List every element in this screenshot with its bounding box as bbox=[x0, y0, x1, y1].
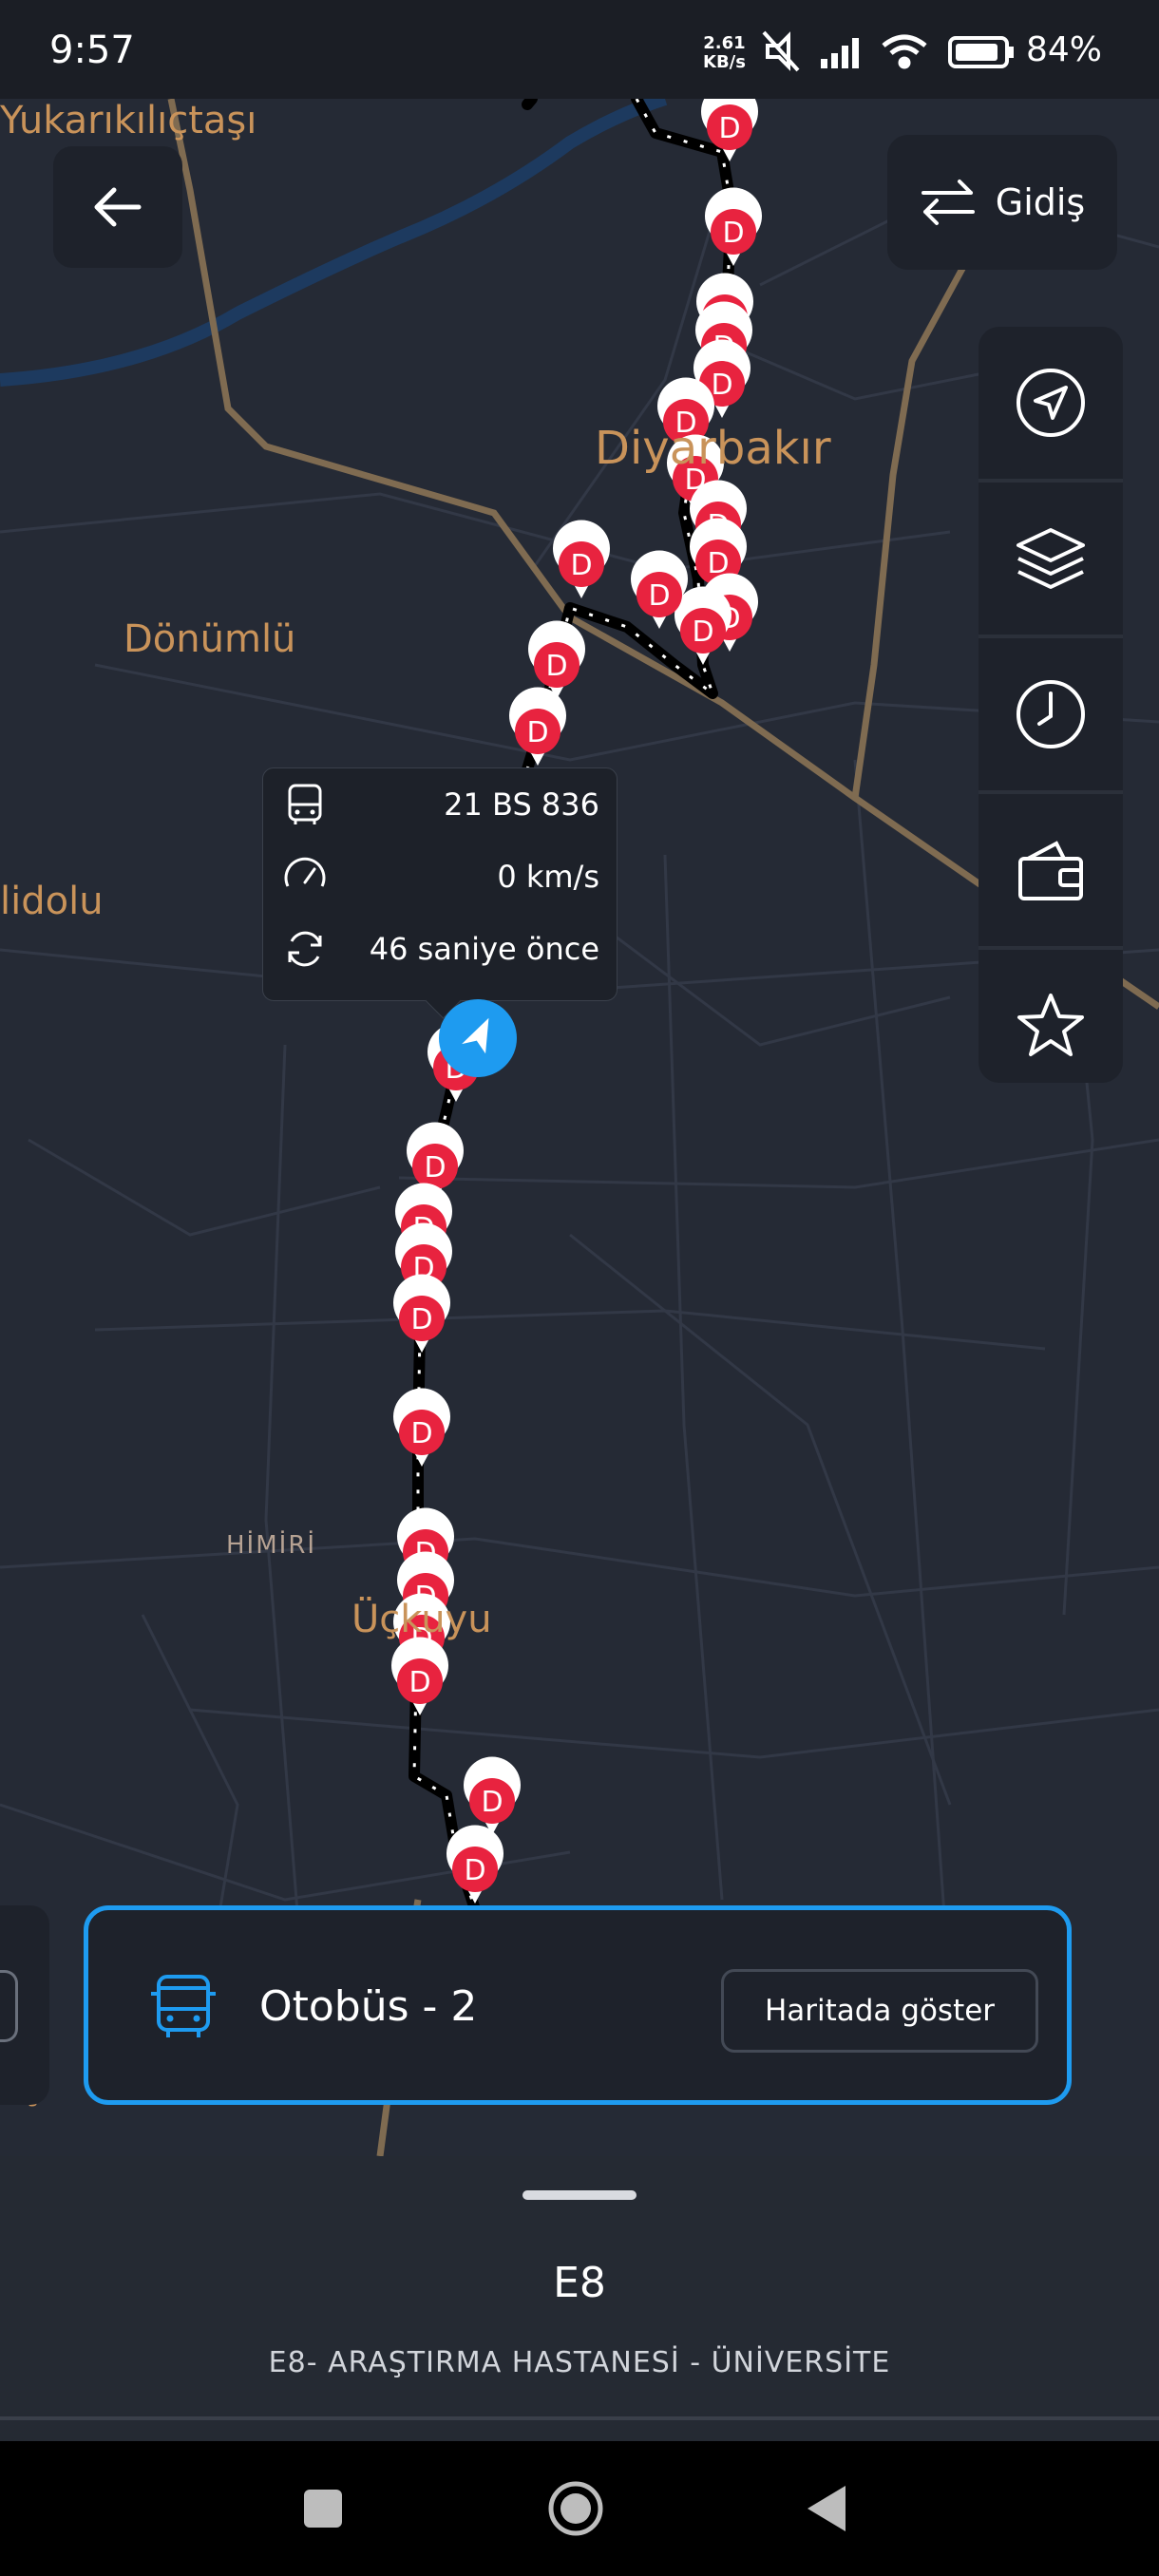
direction-label: Gidiş bbox=[995, 181, 1086, 223]
locate-button[interactable] bbox=[978, 327, 1123, 483]
speedometer-icon bbox=[284, 857, 326, 887]
battery-icon bbox=[948, 36, 1014, 68]
bus-info-popup: 21 BS 836 0 km/s 46 saniye önce bbox=[262, 767, 618, 1019]
status-bar: 9:57 2.61 KB/s 84% bbox=[0, 0, 1159, 99]
net-speed-value: 2.61 bbox=[703, 33, 746, 53]
map-label-himiri: HİMİRİ bbox=[226, 1531, 317, 1560]
net-speed-unit: KB/s bbox=[703, 52, 746, 72]
swap-arrows-icon bbox=[921, 180, 975, 225]
side-toolbar bbox=[978, 327, 1123, 1083]
star-icon bbox=[1017, 994, 1084, 1056]
refresh-icon bbox=[288, 931, 322, 967]
route-name: E8- ARAŞTIRMA HASTANESİ - ÜNİVERSİTE bbox=[268, 2346, 891, 2379]
signal-icon bbox=[821, 38, 859, 68]
stop-marker bbox=[446, 1825, 504, 1904]
bus-last-update: 46 saniye önce bbox=[369, 931, 599, 967]
bus-icon bbox=[288, 784, 322, 824]
map-label-ucyuyu: Üçkuyu bbox=[352, 1598, 492, 1641]
recents-button[interactable] bbox=[247, 2441, 399, 2576]
arrow-left-icon bbox=[94, 187, 142, 227]
stop-marker bbox=[509, 687, 566, 766]
favorite-button[interactable] bbox=[978, 950, 1123, 1083]
popup-updated-row: 46 saniye önce bbox=[263, 913, 617, 985]
battery-percent: 84% bbox=[1026, 30, 1103, 69]
stop-marker bbox=[674, 586, 732, 665]
map-label-idolu: lidolu bbox=[0, 880, 104, 923]
vehicle-name: Otobüs - 2 bbox=[259, 1982, 478, 2031]
previous-vehicle-card-button[interactable] bbox=[0, 1970, 18, 2042]
back-triangle-icon bbox=[808, 2486, 846, 2531]
back-nav-button[interactable] bbox=[750, 2441, 902, 2576]
system-nav-bar bbox=[0, 2441, 1159, 2576]
wallet-icon bbox=[1018, 841, 1083, 900]
mute-icon bbox=[762, 30, 800, 72]
map-label-donumlu: Dönümlü bbox=[124, 617, 296, 661]
stop-marker bbox=[393, 1388, 450, 1467]
sheet-divider bbox=[0, 2416, 1159, 2420]
previous-vehicle-card[interactable] bbox=[0, 1905, 49, 2105]
stop-marker bbox=[553, 520, 610, 598]
status-time: 9:57 bbox=[49, 28, 135, 72]
direction-toggle-button[interactable]: Gidiş bbox=[887, 135, 1117, 270]
square-icon bbox=[304, 2490, 342, 2528]
fare-button[interactable] bbox=[978, 794, 1123, 950]
stop-marker bbox=[705, 187, 762, 266]
wifi-icon bbox=[882, 34, 927, 69]
route-code: E8 bbox=[553, 2259, 606, 2307]
layers-button[interactable] bbox=[978, 483, 1123, 638]
popup-plate-row: 21 BS 836 bbox=[263, 768, 617, 841]
status-icons bbox=[762, 30, 1014, 72]
show-on-map-button[interactable]: Haritada göster bbox=[721, 1969, 1038, 2053]
layers-icon bbox=[1016, 528, 1085, 589]
vehicle-card[interactable]: Otobüs - 2 Haritada göster bbox=[84, 1905, 1072, 2105]
map-label-diyarbakir: Diyarbakır bbox=[595, 422, 831, 475]
map-label-yukarikilictasi: Yukarıkılıçtaşı bbox=[0, 99, 257, 142]
stop-marker bbox=[391, 1637, 448, 1715]
navigation-arrow-icon bbox=[462, 1017, 489, 1054]
bus-plate: 21 BS 836 bbox=[444, 786, 599, 823]
stop-marker bbox=[393, 1274, 450, 1353]
bus-location-marker[interactable] bbox=[439, 999, 517, 1077]
stop-marker bbox=[464, 1756, 521, 1835]
net-speed: 2.61 KB/s bbox=[703, 34, 746, 72]
sheet-drag-handle[interactable] bbox=[522, 2190, 636, 2200]
back-button[interactable] bbox=[53, 146, 182, 268]
home-button[interactable] bbox=[500, 2441, 652, 2576]
home-circle-icon bbox=[548, 2481, 603, 2536]
navigation-arrow-icon bbox=[1016, 369, 1085, 437]
schedule-button[interactable] bbox=[978, 638, 1123, 794]
popup-speed-row: 0 km/s bbox=[263, 841, 617, 913]
bus-speed: 0 km/s bbox=[497, 859, 599, 895]
route-bottom-sheet[interactable]: E8 E8- ARAŞTIRMA HASTANESİ - ÜNİVERSİTE bbox=[0, 2156, 1159, 2441]
clock-icon bbox=[1016, 680, 1085, 748]
bus-icon bbox=[151, 1975, 216, 2037]
